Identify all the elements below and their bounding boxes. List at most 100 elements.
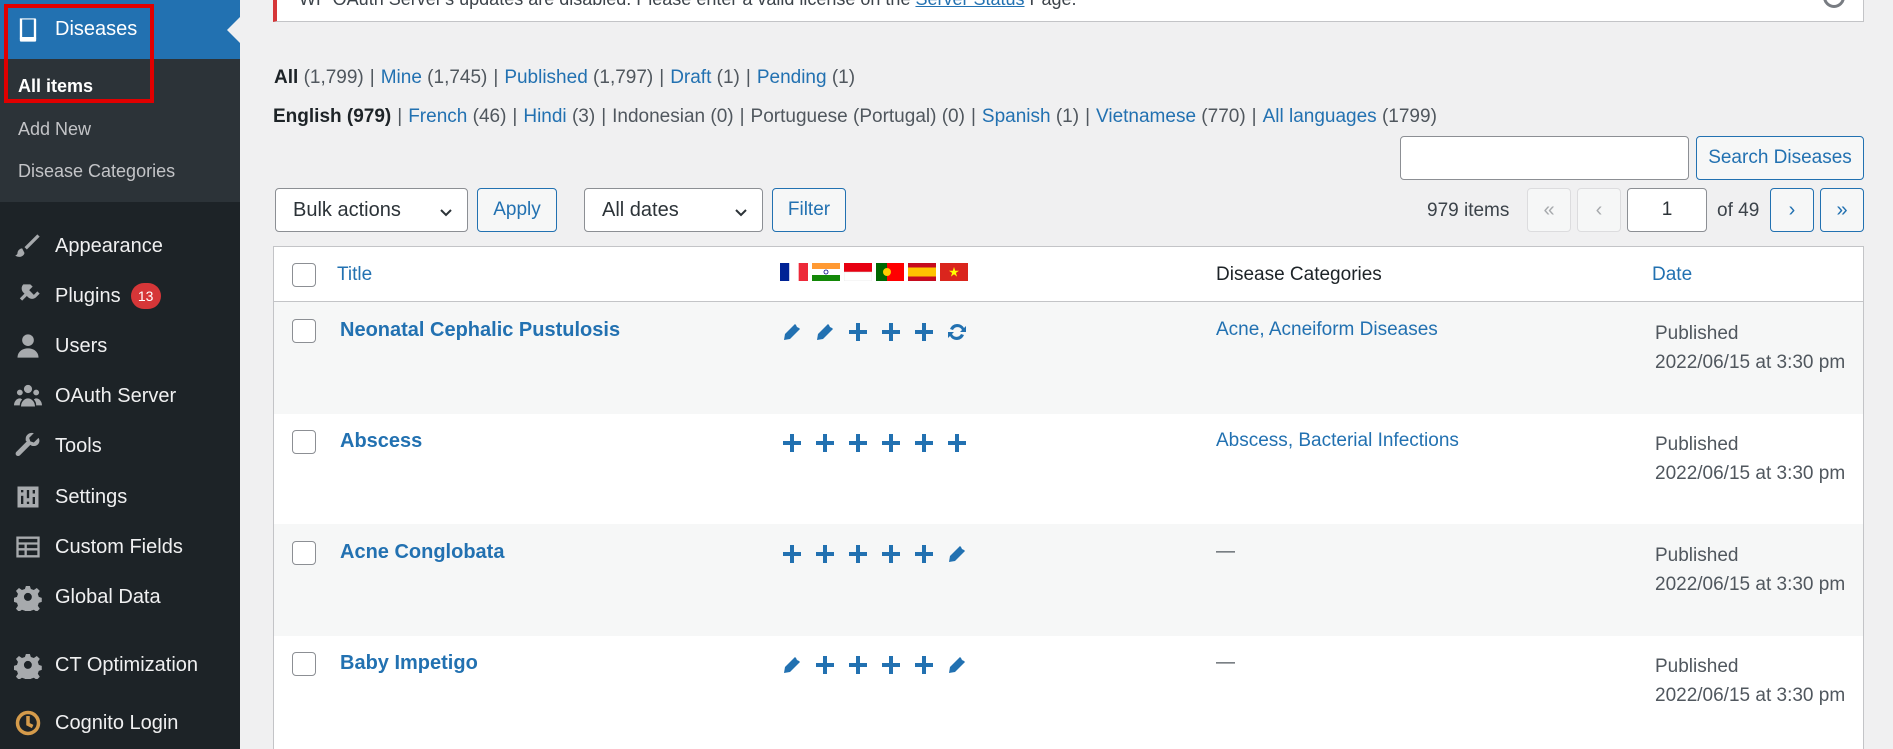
sidebar-item-custom-fields[interactable]: Custom Fields [0, 522, 240, 572]
sidebar-item-label: Tools [55, 434, 102, 457]
add-translation-icon[interactable] [913, 431, 935, 455]
submenu-all-items[interactable]: All items [18, 76, 93, 97]
lang-all[interactable]: All languages (1799) [1263, 106, 1437, 127]
filter-all[interactable]: All (1,799) [274, 67, 364, 88]
lang-french[interactable]: French (46) [408, 106, 506, 127]
sidebar-item-users[interactable]: Users [0, 321, 240, 371]
edit-translation-icon[interactable] [946, 542, 968, 566]
add-translation-icon[interactable] [814, 431, 836, 455]
row-date-value: 2022/06/15 at 3:30 pm [1655, 685, 1846, 706]
edit-translation-icon[interactable] [781, 653, 803, 677]
add-translation-icon[interactable] [847, 542, 869, 566]
row-title-link[interactable]: Neonatal Cephalic Pustulosis [340, 319, 620, 342]
filter-button[interactable]: Filter [772, 188, 846, 232]
row-date-value: 2022/06/15 at 3:30 pm [1655, 352, 1846, 373]
sidebar-item-ct-optimization[interactable]: CT Optimization [0, 640, 240, 690]
sidebar-item-label: Appearance [55, 234, 163, 257]
submenu-disease-categories[interactable]: Disease Categories [18, 161, 175, 182]
add-translation-icon[interactable] [880, 653, 902, 677]
translation-actions [781, 542, 968, 566]
last-page-button[interactable]: » [1820, 188, 1864, 232]
search-input[interactable] [1400, 136, 1689, 180]
add-translation-icon[interactable] [946, 431, 968, 455]
flag-pt-icon [876, 263, 904, 281]
bulk-actions-select[interactable]: Bulk actions [275, 188, 468, 232]
add-translation-icon[interactable] [913, 320, 935, 344]
row-checkbox[interactable] [292, 319, 316, 343]
add-translation-icon[interactable] [880, 320, 902, 344]
add-translation-icon[interactable] [847, 431, 869, 455]
row-checkbox[interactable] [292, 541, 316, 565]
add-translation-icon[interactable] [847, 320, 869, 344]
dates-select[interactable]: All dates [584, 188, 763, 232]
add-translation-icon[interactable] [880, 431, 902, 455]
sidebar-item-settings[interactable]: Settings [0, 472, 240, 522]
notice-text: WP OAuth Server's updates are disabled. … [299, 0, 1077, 10]
row-checkbox[interactable] [292, 652, 316, 676]
edit-translation-icon[interactable] [781, 320, 803, 344]
add-translation-icon[interactable] [781, 542, 803, 566]
flag-in-icon [812, 263, 840, 281]
dismiss-notice-icon[interactable] [1823, 0, 1845, 8]
user-icon [13, 331, 43, 361]
sidebar-item-cognito-login[interactable]: Cognito Login [0, 698, 240, 748]
row-date-status: Published [1655, 434, 1739, 455]
category-link[interactable]: Acne [1216, 319, 1259, 340]
add-translation-icon[interactable] [880, 542, 902, 566]
sidebar-item-diseases[interactable]: Diseases [0, 0, 240, 59]
category-link[interactable]: Bacterial Infections [1298, 430, 1459, 451]
edit-translation-icon[interactable] [946, 653, 968, 677]
filter-mine[interactable]: Mine (1,745) [381, 67, 488, 88]
lang-spanish[interactable]: Spanish (1) [982, 106, 1079, 127]
row-title-link[interactable]: Baby Impetigo [340, 652, 478, 675]
sync-translation-icon[interactable] [946, 320, 968, 344]
sidebar-item-appearance[interactable]: Appearance [0, 221, 240, 271]
submenu-add-new[interactable]: Add New [18, 119, 91, 140]
first-page-button: « [1527, 188, 1571, 232]
sidebar-item-global-data[interactable]: Global Data [0, 572, 240, 622]
language-filter-links: English (979) | French (46) | Hindi (3) | Indo… [273, 106, 1437, 127]
next-page-button[interactable]: › [1770, 188, 1814, 232]
lang-hindi[interactable]: Hindi (3) [523, 106, 595, 127]
filter-draft[interactable]: Draft (1) [670, 67, 740, 88]
server-status-link[interactable]: Server Status [915, 0, 1024, 9]
row-date: Published 2022/06/15 at 3:30 pm [1655, 652, 1855, 710]
posts-table: Title Disease Categories Date Neonatal C… [273, 246, 1864, 749]
category-link[interactable]: Abscess [1216, 430, 1288, 451]
flag-vn-icon [940, 263, 968, 281]
row-date-value: 2022/06/15 at 3:30 pm [1655, 463, 1846, 484]
row-title-link[interactable]: Abscess [340, 430, 422, 453]
category-link[interactable]: Acneiform Diseases [1269, 319, 1438, 340]
add-translation-icon[interactable] [913, 653, 935, 677]
add-translation-icon[interactable] [847, 653, 869, 677]
add-translation-icon[interactable] [913, 542, 935, 566]
current-page-input[interactable] [1627, 188, 1707, 232]
items-count: 979 items [1427, 200, 1510, 221]
filter-pending[interactable]: Pending (1) [757, 67, 855, 88]
table-row: Neonatal Cephalic Pustulosis Acne, Acneif… [274, 302, 1863, 414]
row-date-status: Published [1655, 323, 1739, 344]
lang-vietnamese[interactable]: Vietnamese (770) [1096, 106, 1246, 127]
column-title-header[interactable]: Title [337, 264, 372, 286]
chevron-down-icon [734, 203, 748, 217]
sidebar-item-label: Cognito Login [55, 711, 179, 734]
row-title-link[interactable]: Acne Conglobata [340, 541, 504, 564]
sidebar-item-oauth-server[interactable]: OAuth Server [0, 371, 240, 421]
lang-english[interactable]: English (979) [273, 106, 391, 127]
add-translation-icon[interactable] [814, 653, 836, 677]
sidebar-item-label: OAuth Server [55, 384, 177, 407]
row-date: Published 2022/06/15 at 3:30 pm [1655, 541, 1855, 599]
search-button[interactable]: Search Diseases [1696, 136, 1864, 180]
filter-published[interactable]: Published (1,797) [504, 67, 653, 88]
apply-button[interactable]: Apply [477, 188, 557, 232]
column-date-header[interactable]: Date [1652, 264, 1692, 286]
row-checkbox[interactable] [292, 430, 316, 454]
sidebar-item-plugins[interactable]: Plugins 13 [0, 271, 240, 321]
row-date-value: 2022/06/15 at 3:30 pm [1655, 574, 1846, 595]
translation-actions [781, 320, 968, 344]
add-translation-icon[interactable] [814, 542, 836, 566]
sidebar-item-tools[interactable]: Tools [0, 421, 240, 471]
add-translation-icon[interactable] [781, 431, 803, 455]
edit-translation-icon[interactable] [814, 320, 836, 344]
select-all-checkbox[interactable] [292, 263, 316, 287]
